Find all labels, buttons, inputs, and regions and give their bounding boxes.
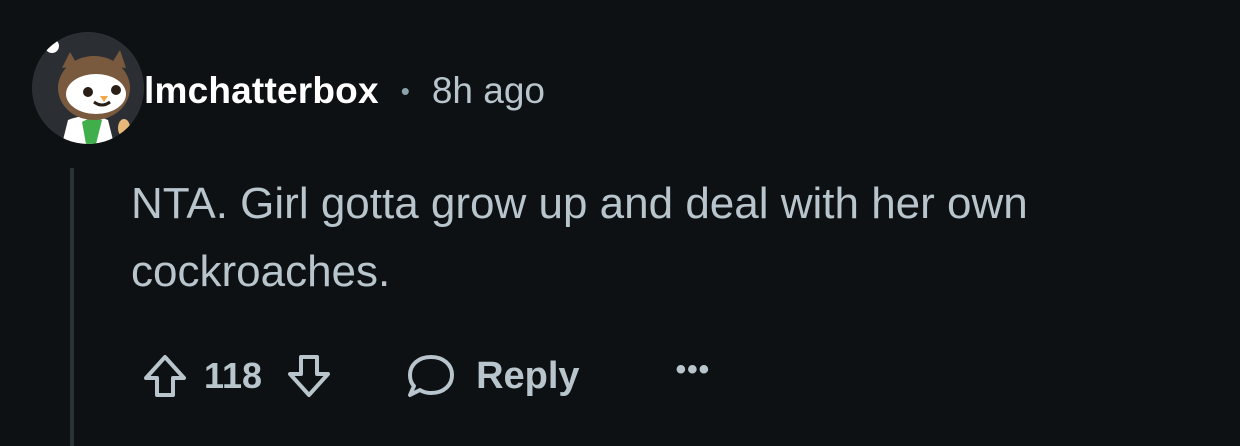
username-link[interactable]: lmchatterbox	[144, 70, 379, 112]
avatar[interactable]	[32, 32, 144, 144]
separator-dot: •	[400, 75, 410, 106]
comment-header: lmchatterbox • 8h ago	[144, 66, 545, 116]
upvote-button[interactable]	[140, 351, 190, 401]
speech-bubble-icon	[408, 355, 455, 397]
arrow-up-icon	[144, 355, 186, 397]
reply-button[interactable]: Reply	[404, 349, 580, 403]
timestamp[interactable]: 8h ago	[432, 70, 545, 112]
arrow-down-icon	[288, 355, 331, 397]
downvote-button[interactable]	[284, 351, 334, 401]
owl-avatar-icon	[32, 32, 144, 144]
reply-label: Reply	[476, 354, 580, 397]
comment-actions: 118 Reply •••	[140, 344, 710, 408]
more-options-button[interactable]: •••	[676, 353, 711, 387]
vote-count: 118	[204, 355, 263, 396]
comment-body: NTA. Girl gotta grow up and deal with he…	[131, 179, 1028, 296]
thread-line[interactable]	[70, 168, 74, 446]
